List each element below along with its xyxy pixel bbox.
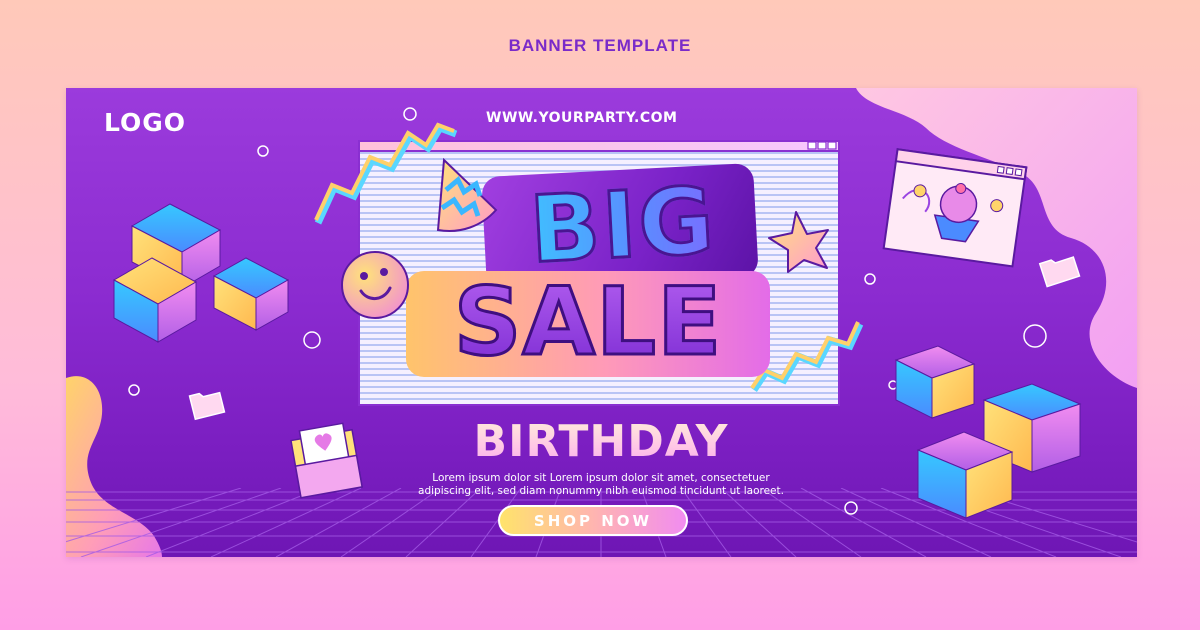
birthday-sale-banner: BIG SALE LOGO WWW.YOURPARTY.COM BIRTHDAY…: [66, 88, 1137, 557]
page-title: BANNER TEMPLATE: [508, 36, 692, 55]
subtitle-birthday: BIRTHDAY: [446, 415, 756, 469]
body-text: Lorem ipsum dolor sit Lorem ipsum dolor …: [388, 472, 814, 498]
logo[interactable]: LOGO: [104, 108, 186, 137]
body-text-line: Lorem ipsum dolor sit Lorem ipsum dolor …: [432, 472, 770, 484]
shop-now-button[interactable]: SHOP NOW: [498, 505, 688, 536]
body-text-line: adipiscing elit, sed diam nonummy nibh e…: [418, 485, 784, 497]
website-url[interactable]: WWW.YOURPARTY.COM: [486, 110, 716, 126]
cube-icon: [212, 257, 290, 331]
cube-icon: [894, 345, 976, 419]
